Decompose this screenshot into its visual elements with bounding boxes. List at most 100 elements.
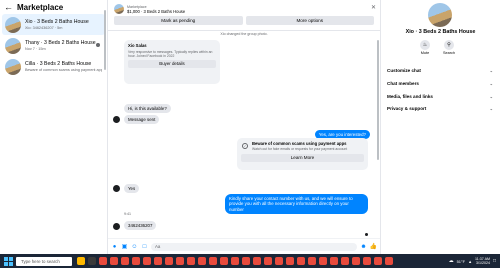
mic-icon[interactable]: ● xyxy=(111,243,118,250)
image-icon[interactable]: ▣ xyxy=(121,243,128,250)
section-chat-members[interactable]: Chat members ⌄ xyxy=(387,79,493,87)
app-icon[interactable] xyxy=(110,257,118,265)
weather-icon[interactable]: ☁ xyxy=(449,258,454,264)
sidebar-title: Marketplace xyxy=(17,2,64,12)
search-button[interactable]: ⚲ Search xyxy=(443,40,455,55)
app-icon[interactable] xyxy=(330,257,338,265)
taskbar-apps xyxy=(77,257,393,265)
app-icon[interactable] xyxy=(352,257,360,265)
like-icon[interactable]: 👍 xyxy=(370,243,377,250)
sticker-icon[interactable]: ☺ xyxy=(131,243,138,250)
app-icon[interactable] xyxy=(176,257,184,265)
avatar xyxy=(96,43,100,47)
learn-more-button[interactable]: Learn More xyxy=(241,154,364,162)
app-icon[interactable] xyxy=(209,257,217,265)
app-icon[interactable] xyxy=(264,257,272,265)
listing-title[interactable]: $1,000 · 3 Beds 2 Baths House xyxy=(127,9,185,14)
message-bubble: Kindly share your contact number with us… xyxy=(225,194,368,214)
app-icon[interactable] xyxy=(132,257,140,265)
app-icon[interactable] xyxy=(154,257,162,265)
app-icon[interactable] xyxy=(220,257,228,265)
chevron-down-icon: ⌄ xyxy=(489,80,493,86)
app-icon[interactable] xyxy=(275,257,283,265)
app-icon[interactable] xyxy=(198,257,206,265)
gif-icon[interactable]: □ xyxy=(141,243,148,250)
listing-photo xyxy=(428,3,452,27)
section-customize-chat[interactable]: Customize chat ⌄ xyxy=(387,66,493,74)
app-icon[interactable] xyxy=(297,257,305,265)
timestamp: 9:41 xyxy=(124,212,131,216)
app-icon[interactable] xyxy=(231,257,239,265)
section-label: Customize chat xyxy=(387,67,421,73)
mute-button[interactable]: ♨ Mute xyxy=(419,40,431,55)
app-icon[interactable] xyxy=(374,257,382,265)
chat-header: Marketplace $1,000 · 3 Beds 2 Baths Hous… xyxy=(108,0,380,31)
app-icon[interactable] xyxy=(165,257,173,265)
message-bubble: Yes xyxy=(124,184,140,193)
app-icon[interactable] xyxy=(88,257,96,265)
section-media-files[interactable]: Media, files and links ⌄ xyxy=(387,92,493,100)
section-label: Chat members xyxy=(387,80,419,86)
conversation-item[interactable]: Thany · 3 Beds 2 Baths House Nov 7 · 15m xyxy=(2,35,105,56)
conversation-preview: Xio: 3462436207 · 5m xyxy=(25,26,63,30)
buyer-name: Xio Salas xyxy=(128,43,147,48)
conversation-preview: Nov 7 · 15m xyxy=(25,47,46,51)
message-input[interactable]: Aa xyxy=(151,242,357,251)
app-icon[interactable] xyxy=(187,257,195,265)
message-bubble: 3462436207 xyxy=(124,221,157,230)
message-bubble: Message sent xyxy=(124,115,160,124)
section-label: Privacy & support xyxy=(387,105,427,111)
emoji-icon[interactable]: ☻ xyxy=(360,243,367,250)
app-icon[interactable] xyxy=(77,257,85,265)
app-icon[interactable] xyxy=(319,257,327,265)
close-icon[interactable]: ✕ xyxy=(371,4,376,11)
avatar xyxy=(113,223,120,230)
conversation-name: Thany · 3 Beds 2 Baths House xyxy=(25,40,96,46)
chevron-down-icon: ⌄ xyxy=(489,67,493,73)
buyer-summary: Very responsive to messages. Typically r… xyxy=(128,50,213,58)
sidebar-scrollbar[interactable] xyxy=(104,10,106,70)
chat-scrollbar[interactable] xyxy=(377,40,379,160)
avatar xyxy=(113,116,120,123)
mark-pending-button[interactable]: Mark as pending xyxy=(114,16,243,25)
buyer-card: Xio Salas Very responsive to messages. T… xyxy=(124,40,220,84)
panel-title: Xio · 3 Beds 2 Baths House xyxy=(405,29,476,35)
listing-thumbnail xyxy=(5,58,21,75)
section-privacy-support[interactable]: Privacy & support ⌄ xyxy=(387,104,493,112)
system-tray: ☁ 51°F ▲ 11:37 AM 3/1/2024 □ xyxy=(449,254,496,268)
conversation-name: Xio · 3 Beds 2 Baths House xyxy=(25,19,89,25)
app-icon[interactable] xyxy=(308,257,316,265)
windows-taskbar: Type here to search ☁ 51°F ▲ 11:37 AM 3/… xyxy=(0,254,500,268)
chat-window: Marketplace $1,000 · 3 Beds 2 Baths Hous… xyxy=(108,0,380,254)
app-icon[interactable] xyxy=(363,257,371,265)
sidebar-header: ← Marketplace xyxy=(0,0,107,14)
app-icon[interactable] xyxy=(385,257,393,265)
app-icon[interactable] xyxy=(253,257,261,265)
back-arrow-icon[interactable]: ← xyxy=(4,2,13,12)
conversation-item[interactable]: Cilla · 3 Beds 2 Baths House Beware of c… xyxy=(2,56,105,77)
taskbar-search-input[interactable]: Type here to search xyxy=(16,256,72,266)
app-icon[interactable] xyxy=(286,257,294,265)
app-icon[interactable] xyxy=(143,257,151,265)
listing-thumbnail[interactable] xyxy=(114,4,124,14)
app-icon[interactable] xyxy=(242,257,250,265)
message-list: Xio changed the group photo. Xio Salas V… xyxy=(108,31,380,238)
more-options-button[interactable]: More options xyxy=(245,16,374,25)
chevron-down-icon: ⌄ xyxy=(489,105,493,111)
clock[interactable]: 11:37 AM 3/1/2024 xyxy=(475,257,490,266)
conversation-sidebar: ← Marketplace Xio · 3 Beds 2 Baths House… xyxy=(0,0,108,254)
app-icon[interactable] xyxy=(121,257,129,265)
avatar xyxy=(113,185,120,192)
listing-thumbnail xyxy=(5,16,21,33)
notification-icon[interactable]: □ xyxy=(493,258,496,264)
buyer-details-button[interactable]: Buyer details xyxy=(128,60,216,68)
app-icon[interactable] xyxy=(341,257,349,265)
network-icon[interactable]: ▲ xyxy=(468,259,472,264)
windows-start-icon[interactable] xyxy=(3,256,13,266)
mute-label: Mute xyxy=(420,51,430,55)
composer: ● ▣ ☺ □ Aa ☻ 👍 xyxy=(108,238,380,254)
conversation-item[interactable]: Xio · 3 Beds 2 Baths House Xio: 34624362… xyxy=(2,14,105,35)
app-icon[interactable] xyxy=(99,257,107,265)
date: 3/1/2024 xyxy=(475,261,490,265)
section-label: Media, files and links xyxy=(387,93,433,99)
